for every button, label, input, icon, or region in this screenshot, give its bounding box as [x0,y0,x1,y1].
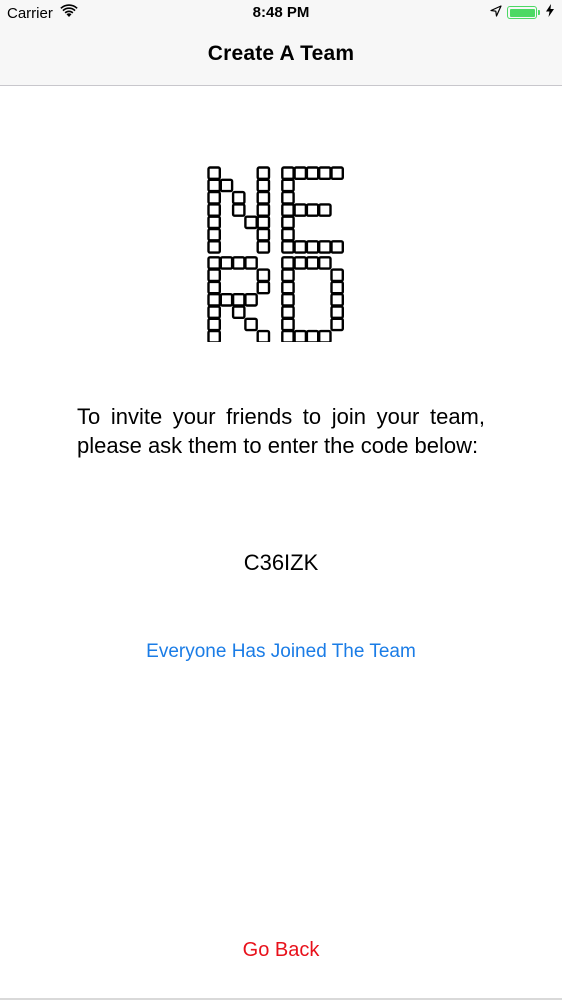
logo-cell [231,203,246,217]
navigation-bar: Create A Team [0,28,562,86]
nav-title: Create A Team [207,42,355,65]
logo-cell [256,329,271,344]
logo-cell [244,215,258,230]
logo-cell [207,305,222,319]
logo-cell [256,280,271,295]
logo-cell [231,190,246,205]
logo-cell [207,227,222,242]
logo-cell [330,317,345,332]
invite-instructions: To invite your friends to join your team… [77,404,485,458]
logo-cell [317,240,332,254]
logo-cell [256,227,271,242]
logo-cell [207,292,222,307]
logo-cell [330,292,345,307]
logo-cell [207,203,222,217]
status-right [490,4,554,21]
logo-cell [305,240,320,254]
logo-cell [293,329,308,344]
logo-cell [293,240,308,254]
logo-cell [330,305,345,319]
charging-bolt-icon [546,4,554,21]
logo-cell [219,256,234,270]
logo-cell [305,166,320,181]
logo-cell [256,178,271,193]
logo-cell [281,256,295,270]
status-bar: Carrier 8:48 PM [0,0,562,28]
logo-cell [293,166,308,181]
logo-cell [207,178,222,193]
logo-cell [281,178,295,193]
logo-cell [293,203,308,217]
logo-cell [281,215,295,230]
nerd-logo [207,166,355,344]
logo-cell [244,292,258,307]
logo-cell [317,256,332,270]
logo-cell [219,292,234,307]
logo-cell [207,329,222,344]
status-time: 8:48 PM [252,4,310,21]
logo-cell [281,203,295,217]
logo-cell [317,166,332,181]
location-arrow-icon [490,4,502,21]
logo-cell [256,268,271,283]
logo-cell [207,256,222,270]
logo-cell [219,178,234,193]
logo-cell [330,280,345,295]
logo-cell [207,240,222,254]
logo-cell [256,215,271,230]
logo-cell [207,268,222,283]
logo-cell [281,227,295,242]
logo-cell [281,292,295,307]
logo-cell [293,256,308,270]
logo-cell [207,280,222,295]
logo-cell [207,190,222,205]
logo-cell [305,329,320,344]
go-back-button[interactable]: Go Back [0,939,562,962]
logo-cell [231,256,246,270]
logo-cell [231,305,246,319]
logo-cell [305,203,320,217]
battery-icon [507,6,540,19]
logo-cell [305,256,320,270]
logo-cell [207,215,222,230]
team-code: C36IZK [243,550,319,575]
logo-cell [256,240,271,254]
logo-cell [244,256,258,270]
logo-cell [256,203,271,217]
logo-cell [281,280,295,295]
logo-cell [281,166,295,181]
logo-cell [281,268,295,283]
logo-cell [281,317,295,332]
nerd-logo-graphic [207,166,345,344]
logo-cell [244,317,258,332]
logo-cell [281,190,295,205]
logo-cell [207,317,222,332]
logo-cell [256,166,271,181]
logo-cell [330,240,345,254]
logo-cell [207,166,222,181]
logo-cell [281,329,295,344]
logo-cell [317,329,332,344]
logo-cell [330,166,345,181]
everyone-joined-button[interactable]: Everyone Has Joined The Team [0,641,562,663]
logo-cell [281,240,295,254]
logo-cell [317,203,332,217]
logo-cell [231,292,246,307]
logo-cell [330,268,345,283]
logo-cell [256,190,271,205]
logo-cell [281,305,295,319]
